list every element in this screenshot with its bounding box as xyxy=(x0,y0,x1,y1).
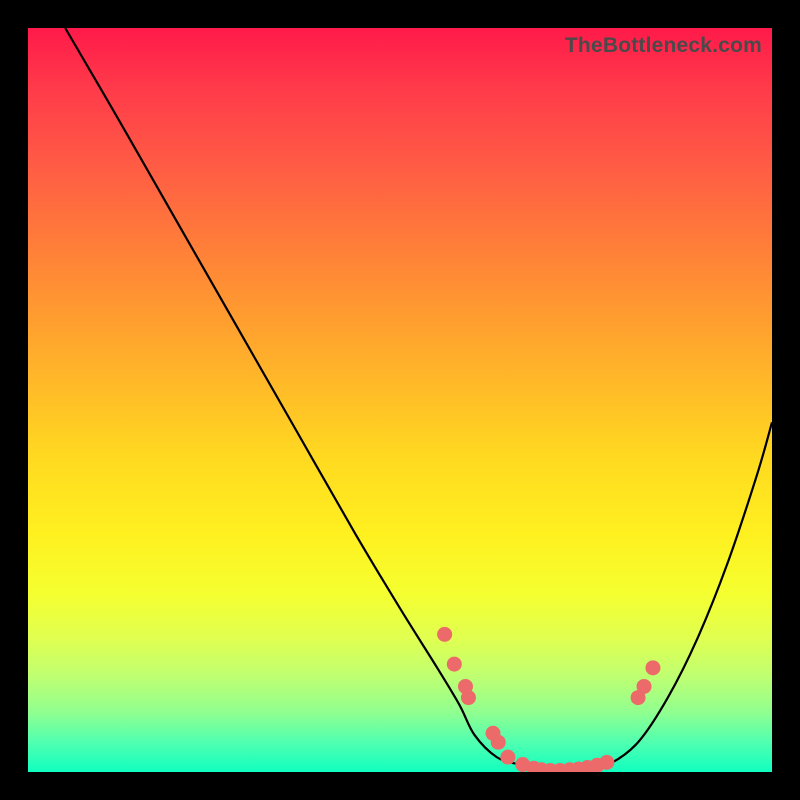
data-dot xyxy=(447,657,462,672)
data-dots xyxy=(437,627,660,772)
data-dot xyxy=(437,627,452,642)
bottleneck-curve xyxy=(65,28,772,772)
chart-svg xyxy=(28,28,772,772)
data-dot xyxy=(599,755,614,770)
data-dot xyxy=(637,679,652,694)
chart-container: TheBottleneck.com xyxy=(0,0,800,800)
data-dot xyxy=(491,735,506,750)
plot-area: TheBottleneck.com xyxy=(28,28,772,772)
data-dot xyxy=(461,690,476,705)
data-dot xyxy=(645,660,660,675)
data-dot xyxy=(500,750,515,765)
